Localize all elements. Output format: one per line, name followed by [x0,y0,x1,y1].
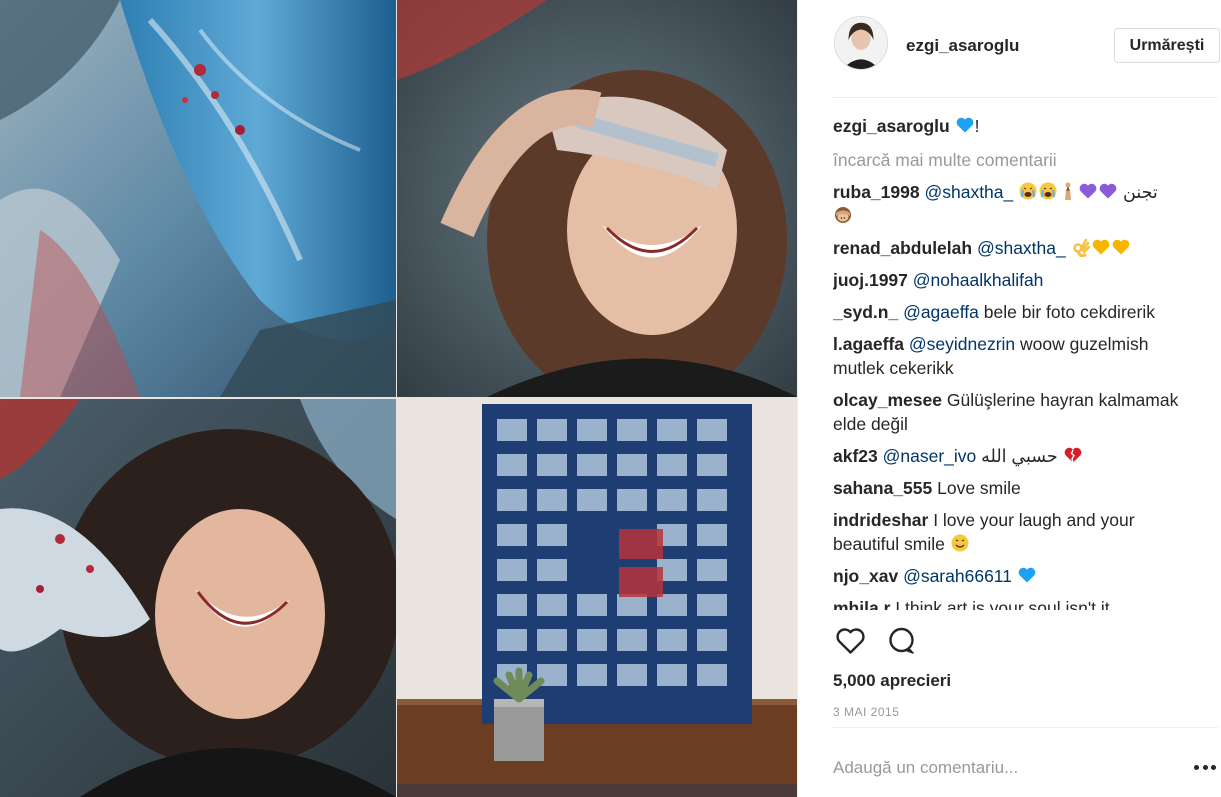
media-tile-painted-canvas [0,0,396,397]
comment-item: _syd.n_ @agaeffa bele bir foto cekdireri… [833,300,1191,324]
comment-item: renad_abdulelah @shaxtha_ [833,236,1191,260]
add-comment-input[interactable] [833,755,1173,781]
comment-username[interactable]: _syd.n_ [833,302,898,322]
comment-item: indrideshar I love your laugh and your b… [833,508,1191,556]
comment-mention[interactable]: @agaeffa [903,302,979,322]
see-no-evil-monkey-icon [833,205,853,225]
comment-text: Love smile [937,478,1021,498]
comment-username[interactable]: juoj.1997 [833,270,908,290]
smiling-face-icon [950,533,970,553]
comment-text: bele bir foto cekdirerik [983,302,1155,322]
comment-mention[interactable]: @nohaalkhalifah [913,270,1044,290]
comment-username[interactable]: mhila.r [833,598,890,610]
post-header: ezgi_asaroglu Urmărești [798,0,1221,97]
blue-heart-icon [955,115,975,135]
comment-divider [832,727,1218,728]
yellow-heart-icon [1091,237,1111,257]
comment-username[interactable]: l.agaeffa [833,334,904,354]
comment-item: olcay_mesee Gülüşlerine hayran kalmamak … [833,388,1191,436]
media-tile-laughing-woman-1 [397,0,797,397]
likes-count[interactable]: 5,000 aprecieri [833,671,951,691]
load-more-comments-link[interactable]: încarcă mai multe comentarii [833,148,1191,172]
post-author-username[interactable]: ezgi_asaroglu [906,36,1019,56]
caption-suffix: ! [974,116,980,136]
comment-username[interactable]: ruba_1998 [833,182,920,202]
comment-mention[interactable]: @seyidnezrin [909,334,1015,354]
purple-heart-icon [1078,181,1098,201]
blue-heart-icon [1017,565,1037,585]
comment-item: mhila.r I think art is your soul isn't i… [833,596,1191,610]
heart-outline-icon[interactable] [834,624,867,657]
broken-heart-icon [1063,445,1083,465]
comment-item: njo_xav @sarah66611 [833,564,1191,588]
comment-username[interactable]: sahana_555 [833,478,932,498]
post-date[interactable]: 3 MAI 2015 [833,705,899,719]
comment-mention[interactable]: @naser_ivo [883,446,977,466]
comment-username[interactable]: renad_abdulelah [833,238,972,258]
comment-username[interactable]: olcay_mesee [833,390,942,410]
crying-face-icon [1038,181,1058,201]
ellipsis-icon[interactable] [1194,758,1216,776]
comment-item: juoj.1997 @nohaalkhalifah [833,268,1191,292]
comment-username[interactable]: indrideshar [833,510,928,530]
media-tile-laughing-woman-2 [0,399,396,797]
comment-username[interactable]: njo_xav [833,566,898,586]
comment-username[interactable]: akf23 [833,446,878,466]
praying-person-icon [1058,181,1078,201]
comment-item: ruba_1998 @shaxtha_ تجنن [833,180,1191,228]
comment-mention[interactable]: @shaxtha_ [924,182,1013,202]
comment-mention[interactable]: @shaxtha_ [977,238,1066,258]
comments-list[interactable]: ezgi_asaroglu ! încarcă mai multe coment… [833,114,1191,610]
post-details-panel: ezgi_asaroglu Urmărești ezgi_asaroglu ! … [797,0,1221,797]
ok-hand-icon [1071,237,1091,257]
caption: ezgi_asaroglu ! [833,114,1191,138]
purple-heart-icon [1098,181,1118,201]
comment-item: sahana_555 Love smile [833,476,1191,500]
following-button[interactable]: Urmărești [1114,28,1220,63]
comment-item: l.agaeffa @seyidnezrin woow guzelmish mu… [833,332,1191,380]
avatar[interactable] [834,16,888,70]
header-divider [832,97,1218,98]
comment-mention[interactable]: @sarah66611 [903,566,1012,586]
comment-item: akf23 @naser_ivo حسبي الله [833,444,1191,468]
crying-face-icon [1018,181,1038,201]
post-media[interactable] [0,0,797,797]
post-actions [834,624,918,658]
media-tile-grid-painting [397,399,797,797]
speech-bubble-icon[interactable] [885,624,918,657]
comment-text: تجنن [1123,182,1158,202]
comment-text: I think art is your soul isn't it [895,598,1110,610]
yellow-heart-icon [1111,237,1131,257]
comment-text: حسبي الله [981,446,1058,466]
caption-username[interactable]: ezgi_asaroglu [833,116,950,136]
instagram-post: ezgi_asaroglu Urmărești ezgi_asaroglu ! … [0,0,1221,797]
